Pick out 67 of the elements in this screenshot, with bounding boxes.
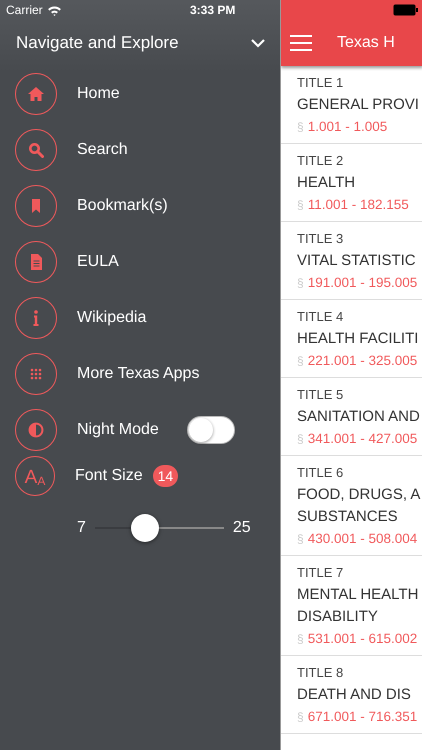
title-number: TITLE 7 bbox=[297, 564, 344, 582]
font-size-icon: AA bbox=[15, 456, 55, 496]
section-sign: § bbox=[297, 432, 304, 446]
section-range: 191.001 - 195.005 bbox=[308, 275, 418, 290]
menu-item[interactable]: Home bbox=[0, 66, 280, 122]
title-list-item[interactable]: TITLE 8 DEATH AND DIS § 671.001 - 716.351 bbox=[281, 656, 422, 734]
section-range: 430.001 - 508.004 bbox=[308, 531, 418, 546]
title-list-item[interactable]: TITLE 3 VITAL STATISTIC § 191.001 - 195.005 bbox=[281, 222, 422, 300]
title-name: VITAL STATISTIC bbox=[297, 251, 417, 271]
title-list-item[interactable]: TITLE 6 FOOD, DRUGS, A SUBSTANCES § 430.001 - 508.004 bbox=[281, 456, 422, 556]
document-icon bbox=[28, 254, 44, 270]
menu-item[interactable]: Search bbox=[0, 122, 280, 178]
grid-icon bbox=[28, 366, 44, 382]
drawer-title: Navigate and Explore bbox=[16, 33, 179, 53]
night-mode-label: Night Mode bbox=[77, 421, 159, 439]
wifi-icon bbox=[46, 4, 62, 16]
night-mode-toggle[interactable] bbox=[186, 416, 235, 444]
title-name: GENERAL PROVI bbox=[297, 95, 420, 115]
section-range: 531.001 - 615.002 bbox=[308, 631, 418, 646]
menu-item[interactable]: Wikipedia bbox=[0, 290, 280, 346]
section-sign: § bbox=[297, 276, 304, 290]
font-size-badge: 14 bbox=[152, 465, 178, 487]
slider-thumb[interactable] bbox=[131, 514, 160, 542]
font-size-label: Font Size bbox=[75, 467, 143, 485]
section-sign: § bbox=[297, 198, 304, 212]
home-icon bbox=[28, 86, 44, 102]
title-number: TITLE 3 bbox=[297, 230, 344, 248]
menu-item[interactable]: Bookmark(s) bbox=[0, 178, 280, 234]
section-range: 221.001 - 325.005 bbox=[308, 353, 418, 368]
title-name: HEALTH FACILITI bbox=[297, 329, 420, 349]
info-icon bbox=[33, 310, 39, 326]
title-number: TITLE 5 bbox=[297, 386, 344, 404]
section-sign: § bbox=[297, 354, 304, 368]
section-sign: § bbox=[297, 120, 304, 134]
title-name: SANITATION AND bbox=[297, 407, 421, 427]
title-number: TITLE 8 bbox=[297, 664, 344, 682]
section-sign: § bbox=[297, 710, 304, 724]
title-name: FOOD, DRUGS, A SUBSTANCES bbox=[297, 485, 422, 527]
title-list-item[interactable]: TITLE 1 GENERAL PROVI § 1.001 - 1.005 bbox=[281, 66, 422, 144]
section-range: 1.001 - 1.005 bbox=[308, 119, 388, 134]
title-list-item[interactable]: TITLE 4 HEALTH FACILITI § 221.001 - 325.005 bbox=[281, 300, 422, 378]
title-list-item[interactable]: TITLE 7 MENTAL HEALTH DISABILITY § 531.001 - 615.002 bbox=[281, 556, 422, 656]
section-range: 11.001 - 182.155 bbox=[308, 197, 409, 212]
search-icon bbox=[28, 142, 44, 158]
menu-item[interactable]: EULA bbox=[0, 234, 280, 290]
section-range: 671.001 - 716.351 bbox=[308, 709, 418, 724]
section-sign: § bbox=[297, 632, 304, 646]
battery-icon bbox=[393, 4, 419, 16]
section-range: 341.001 - 427.005 bbox=[308, 431, 418, 446]
section-sign: § bbox=[297, 532, 304, 546]
title-name: HEALTH bbox=[297, 173, 356, 193]
slider-max-label: 25 bbox=[232, 519, 251, 537]
menu-icon[interactable] bbox=[290, 35, 312, 51]
title-list-item[interactable]: TITLE 5 SANITATION AND § 341.001 - 427.005 bbox=[281, 378, 422, 456]
title-list-item[interactable]: TITLE 2 HEALTH § 11.001 - 182.155 bbox=[281, 144, 422, 222]
title-number: TITLE 2 bbox=[297, 152, 344, 170]
chevron-down-icon[interactable] bbox=[250, 38, 266, 48]
menu-item[interactable]: More Texas Apps bbox=[0, 346, 280, 402]
title-number: TITLE 4 bbox=[297, 308, 344, 326]
slider-min-label: 7 bbox=[77, 519, 86, 537]
carrier-label: Carrier bbox=[6, 3, 43, 17]
status-time: 3:33 PM bbox=[190, 3, 236, 17]
header-title: Texas H bbox=[337, 34, 395, 52]
title-number: TITLE 1 bbox=[297, 74, 344, 92]
title-name: DEATH AND DIS bbox=[297, 685, 412, 705]
title-number: TITLE 6 bbox=[297, 464, 344, 482]
title-name: MENTAL HEALTH DISABILITY bbox=[297, 585, 420, 627]
